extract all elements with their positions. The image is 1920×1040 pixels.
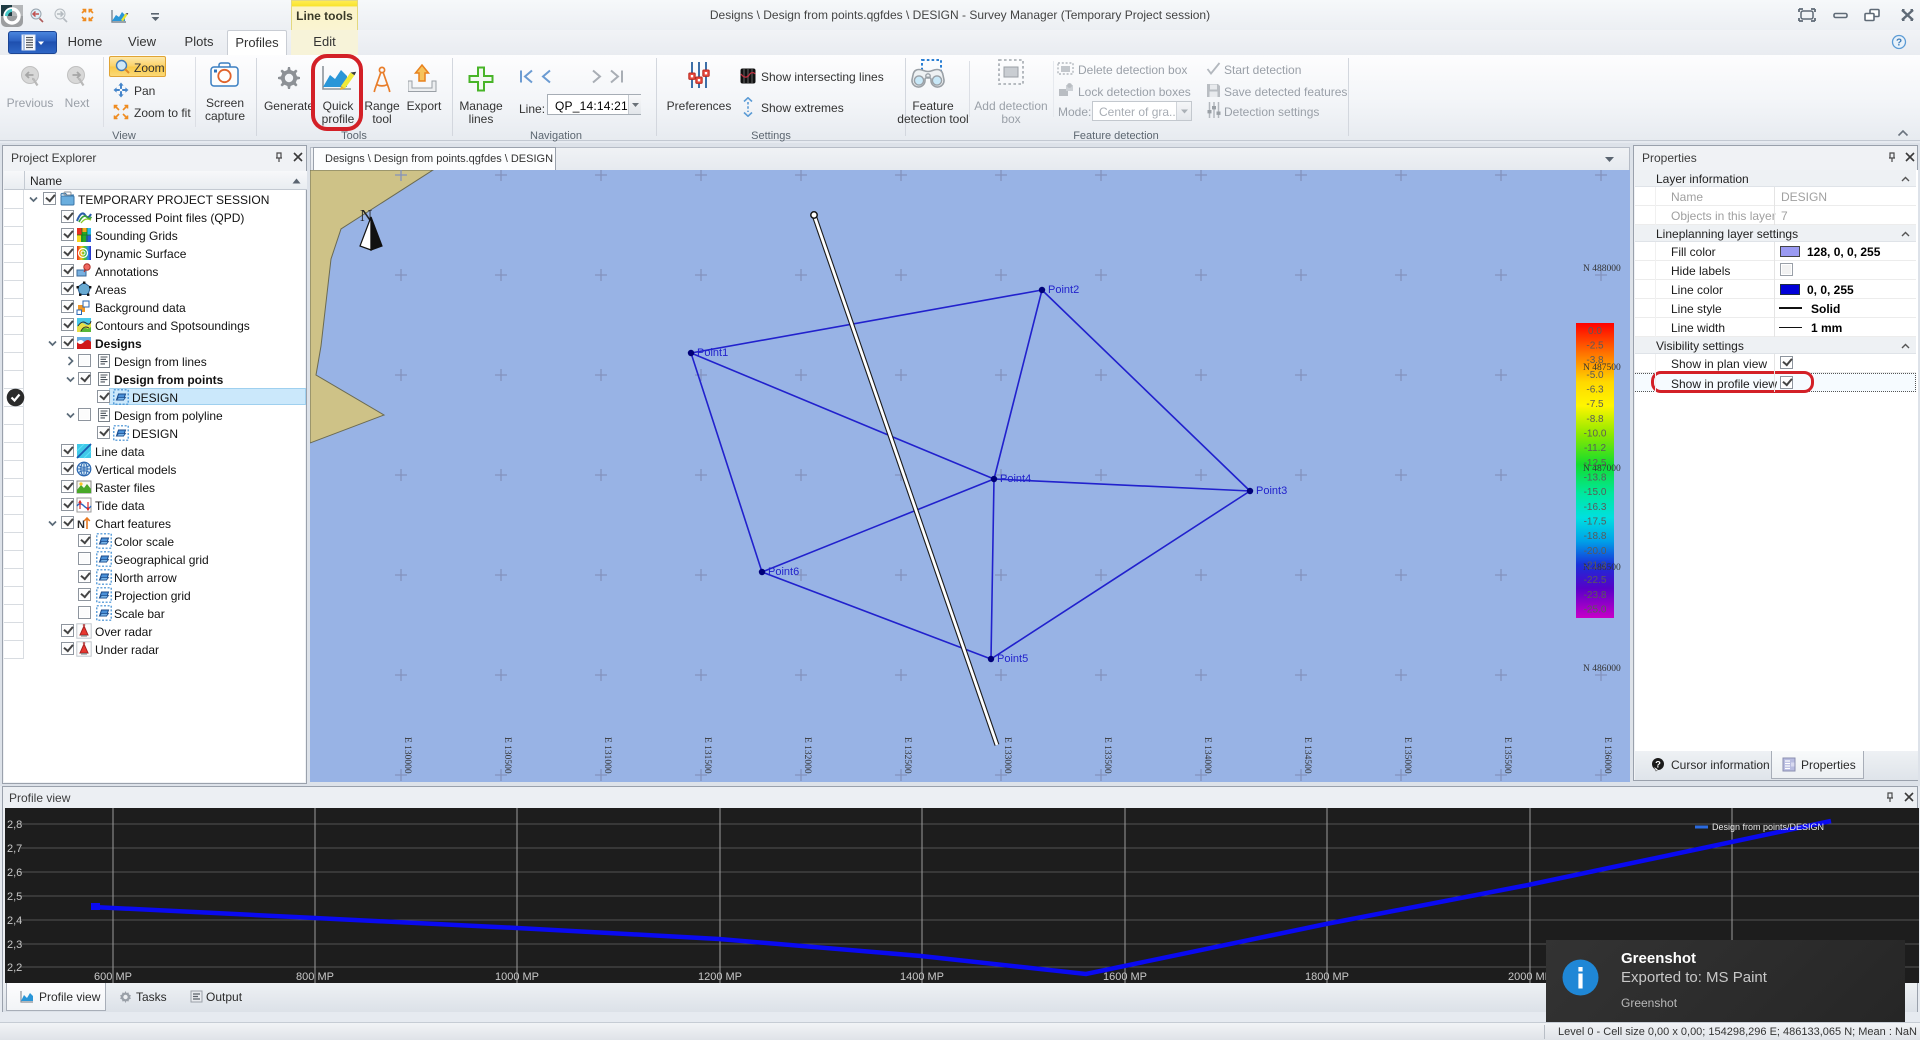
svg-text:-2.5: -2.5 xyxy=(1586,341,1604,352)
svg-text:-21.3: -21.3 xyxy=(1584,561,1607,572)
svg-text:-12.5: -12.5 xyxy=(1584,458,1607,469)
svg-text:1000 MP: 1000 MP xyxy=(495,971,539,983)
svg-text:-16.3: -16.3 xyxy=(1584,502,1607,513)
svg-text:1600 MP: 1600 MP xyxy=(1103,971,1147,983)
svg-text:Point6: Point6 xyxy=(768,566,799,578)
svg-text:E 132500: E 132500 xyxy=(902,737,912,774)
svg-text:600 MP: 600 MP xyxy=(94,971,132,983)
svg-text:N: N xyxy=(77,519,85,531)
svg-text:0.0: 0.0 xyxy=(1588,326,1602,337)
svg-text:-7.5: -7.5 xyxy=(1586,399,1604,410)
svg-text:-6.3: -6.3 xyxy=(1586,385,1604,396)
svg-text:E 135000: E 135000 xyxy=(1402,737,1412,774)
svg-text:-25.0: -25.0 xyxy=(1584,604,1607,615)
svg-text:?: ? xyxy=(1896,38,1902,49)
svg-text:E 133000: E 133000 xyxy=(1002,737,1012,774)
svg-text:E 132000: E 132000 xyxy=(802,737,812,774)
svg-text:-10.0: -10.0 xyxy=(1584,429,1607,440)
svg-text:E 134000: E 134000 xyxy=(1202,737,1212,774)
svg-text:1200 MP: 1200 MP xyxy=(698,971,742,983)
svg-text:N 488000: N 488000 xyxy=(1583,264,1621,274)
svg-text:E 130000: E 130000 xyxy=(402,737,412,774)
svg-text:-18.8: -18.8 xyxy=(1584,531,1607,542)
svg-text:Design from points/DESIGN: Design from points/DESIGN xyxy=(1712,822,1824,832)
svg-text:Point1: Point1 xyxy=(697,347,728,359)
svg-text:2,3: 2,3 xyxy=(7,939,22,951)
svg-text:1400 MP: 1400 MP xyxy=(900,971,944,983)
svg-text:2,2: 2,2 xyxy=(7,962,22,974)
svg-text:2,8: 2,8 xyxy=(7,819,22,831)
svg-text:-20.0: -20.0 xyxy=(1584,546,1607,557)
svg-text:-8.8: -8.8 xyxy=(1586,414,1604,425)
svg-text:Point4: Point4 xyxy=(1000,473,1031,485)
svg-text:E 131000: E 131000 xyxy=(602,737,612,774)
svg-text:E 136000: E 136000 xyxy=(1602,737,1612,774)
svg-text:-5.0: -5.0 xyxy=(1586,370,1604,381)
svg-text:E 135500: E 135500 xyxy=(1502,737,1512,774)
svg-text:E 131500: E 131500 xyxy=(702,737,712,774)
svg-text:-22.5: -22.5 xyxy=(1584,575,1607,586)
svg-text:E 130500: E 130500 xyxy=(502,737,512,774)
svg-text:N 486000: N 486000 xyxy=(1583,664,1621,674)
svg-text:-13.8: -13.8 xyxy=(1584,473,1607,484)
svg-text:2,6: 2,6 xyxy=(7,867,22,879)
svg-text:E 133500: E 133500 xyxy=(1102,737,1112,774)
svg-text:800 MP: 800 MP xyxy=(296,971,334,983)
svg-text:Point3: Point3 xyxy=(1256,485,1287,497)
svg-text:-11.2: -11.2 xyxy=(1584,443,1606,454)
svg-text:2,4: 2,4 xyxy=(7,915,22,927)
svg-text:Point5: Point5 xyxy=(997,653,1028,665)
svg-text:1800 MP: 1800 MP xyxy=(1305,971,1349,983)
svg-text:-23.8: -23.8 xyxy=(1584,590,1607,601)
svg-text:E 134500: E 134500 xyxy=(1302,737,1312,774)
svg-text:2,7: 2,7 xyxy=(7,843,22,855)
svg-text:-3.8: -3.8 xyxy=(1586,355,1604,366)
svg-text:2,5: 2,5 xyxy=(7,891,22,903)
svg-text:-15.0: -15.0 xyxy=(1584,487,1607,498)
svg-text:Point2: Point2 xyxy=(1048,284,1079,296)
svg-text:-17.5: -17.5 xyxy=(1584,517,1607,528)
